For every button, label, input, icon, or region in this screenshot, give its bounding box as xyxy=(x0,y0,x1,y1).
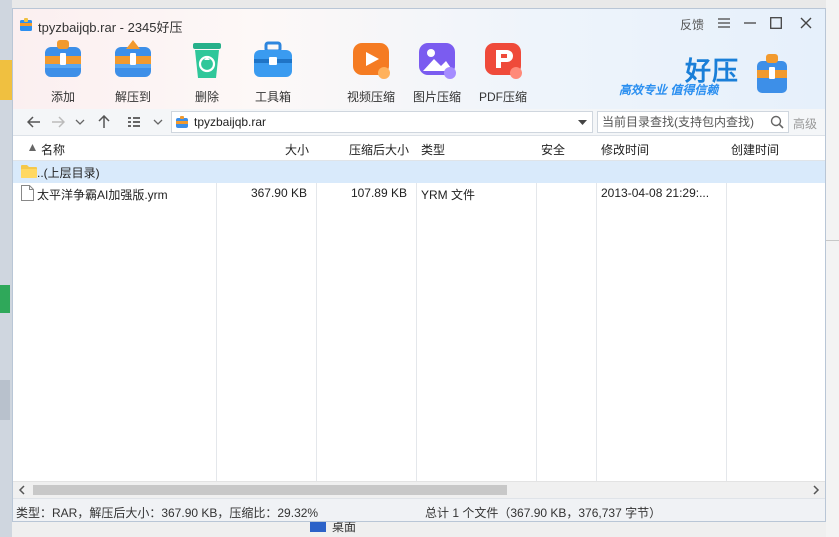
status-archive-info: 类型：RAR，解压后大小：367.90 KB，压缩比：29.32% xyxy=(16,506,319,520)
toolbox-label: 工具箱 xyxy=(254,90,291,104)
add-archive-icon xyxy=(45,40,81,77)
toolbox-button[interactable]: 工具箱 xyxy=(243,37,303,105)
image-compress-label: 图片压缩 xyxy=(412,90,461,104)
file-modified: 2013-04-08 21:29:... xyxy=(601,186,710,200)
list-item-parent-dir[interactable]: ..(上层目录) xyxy=(13,161,825,183)
close-button[interactable] xyxy=(795,13,817,33)
add-label: 添加 xyxy=(50,90,75,104)
file-packed-size: 107.89 KB xyxy=(350,186,407,200)
column-header-name[interactable]: 名称 xyxy=(41,141,65,158)
minimize-icon xyxy=(744,22,756,24)
file-list: 名称 大小 压缩后大小 类型 安全 修改时间 创建时间 ..(上层目录) 太平洋… xyxy=(13,136,825,481)
path-field[interactable]: tpyzbaijqb.rar xyxy=(171,111,593,133)
image-icon xyxy=(419,43,456,79)
sort-indicator-icon xyxy=(29,144,36,151)
chevron-down-icon xyxy=(75,119,85,125)
status-bar: 类型：RAR，解压后大小：367.90 KB，压缩比：29.32% 总计 1 个… xyxy=(13,498,825,521)
extract-to-button[interactable]: 解压到 xyxy=(103,37,163,105)
image-compress-button[interactable]: 图片压缩 xyxy=(407,37,467,105)
desktop-left-edge xyxy=(0,0,12,537)
status-total: 总计 1 个文件（367.90 KB，376,737 字节） xyxy=(425,506,662,520)
brand-area: 好压 高效专业 值得信赖 xyxy=(603,49,787,109)
delete-button[interactable]: 删除 xyxy=(177,37,237,105)
add-button[interactable]: 添加 xyxy=(33,37,93,105)
horizontal-scrollbar[interactable] xyxy=(13,481,825,498)
up-button[interactable] xyxy=(95,113,113,131)
view-mode-dropdown[interactable] xyxy=(149,113,167,131)
close-icon xyxy=(800,17,812,29)
history-dropdown[interactable] xyxy=(71,113,89,131)
pdf-icon xyxy=(485,43,522,79)
extract-to-label: 解压到 xyxy=(114,90,151,104)
archive-window: tpyzbaijqb.rar - 2345好压 反馈 添加 解压到 删除 工具箱… xyxy=(12,8,826,522)
advanced-search-button[interactable]: 高级 xyxy=(793,115,817,132)
delete-label: 删除 xyxy=(194,90,219,104)
list-header: 名称 大小 压缩后大小 类型 安全 修改时间 创建时间 xyxy=(13,136,825,161)
archive-icon xyxy=(176,116,188,128)
arrow-left-icon xyxy=(27,116,40,128)
list-item-file[interactable]: 太平洋争霸AI加强版.yrm 367.90 KB 107.89 KB YRM 文… xyxy=(13,183,825,205)
column-header-size[interactable]: 大小 xyxy=(217,141,309,158)
video-compress-label: 视频压缩 xyxy=(346,90,395,104)
search-input[interactable] xyxy=(602,114,762,130)
folder-icon xyxy=(21,165,37,178)
brand-box-icon xyxy=(757,54,787,93)
column-header-security[interactable]: 安全 xyxy=(541,141,565,158)
caret-down-icon[interactable] xyxy=(578,120,587,125)
desktop-fragment xyxy=(0,285,10,313)
arrow-up-icon xyxy=(98,115,110,128)
file-name: 太平洋争霸AI加强版.yrm xyxy=(37,188,168,202)
window-title: tpyzbaijqb.rar - 2345好压 xyxy=(38,20,183,35)
details-view-icon xyxy=(128,117,140,127)
file-type: YRM 文件 xyxy=(421,188,476,202)
search-field-box xyxy=(597,111,789,133)
desktop-right-edge xyxy=(826,0,839,537)
file-icon xyxy=(21,185,34,201)
maximize-icon xyxy=(770,17,782,29)
menu-icon xyxy=(718,18,730,28)
scroll-left-icon[interactable] xyxy=(17,485,27,495)
scroll-right-icon[interactable] xyxy=(811,485,821,495)
minimize-button[interactable] xyxy=(739,13,761,33)
brand-slogan: 高效专业 值得信赖 xyxy=(619,83,719,97)
file-size: 367.90 KB xyxy=(250,186,307,200)
column-header-packed-size[interactable]: 压缩后大小 xyxy=(317,141,409,158)
app-logo-icon xyxy=(20,18,32,31)
desktop-fragment xyxy=(0,380,10,420)
path-text: tpyzbaijqb.rar xyxy=(194,115,267,129)
column-header-type[interactable]: 类型 xyxy=(421,141,445,158)
menu-button[interactable] xyxy=(713,13,735,33)
back-button[interactable] xyxy=(25,113,43,131)
forward-button[interactable] xyxy=(49,113,67,131)
chevron-down-icon xyxy=(153,119,163,125)
recycle-bin-icon xyxy=(193,43,221,78)
arrow-right-icon xyxy=(52,116,65,128)
title-bar: tpyzbaijqb.rar - 2345好压 反馈 添加 解压到 删除 工具箱… xyxy=(13,9,825,109)
pdf-compress-label: PDF压缩 xyxy=(478,90,527,104)
feedback-link[interactable]: 反馈 xyxy=(680,16,704,33)
toolbox-icon xyxy=(254,41,292,77)
extract-archive-icon xyxy=(115,40,151,77)
video-compress-button[interactable]: 视频压缩 xyxy=(341,37,401,105)
column-header-modified[interactable]: 修改时间 xyxy=(601,141,649,158)
desktop-bottom-edge: 桌面 xyxy=(12,520,826,537)
maximize-button[interactable] xyxy=(765,13,787,33)
search-icon[interactable] xyxy=(770,115,784,129)
video-icon xyxy=(353,43,390,79)
view-mode-button[interactable] xyxy=(125,113,143,131)
file-name: ..(上层目录) xyxy=(37,166,100,180)
scrollbar-thumb[interactable] xyxy=(33,485,507,495)
address-bar: tpyzbaijqb.rar 高级 xyxy=(13,109,825,136)
desktop-fragment xyxy=(0,60,12,100)
column-header-created[interactable]: 创建时间 xyxy=(731,141,779,158)
pdf-compress-button[interactable]: PDF压缩 xyxy=(473,37,533,105)
